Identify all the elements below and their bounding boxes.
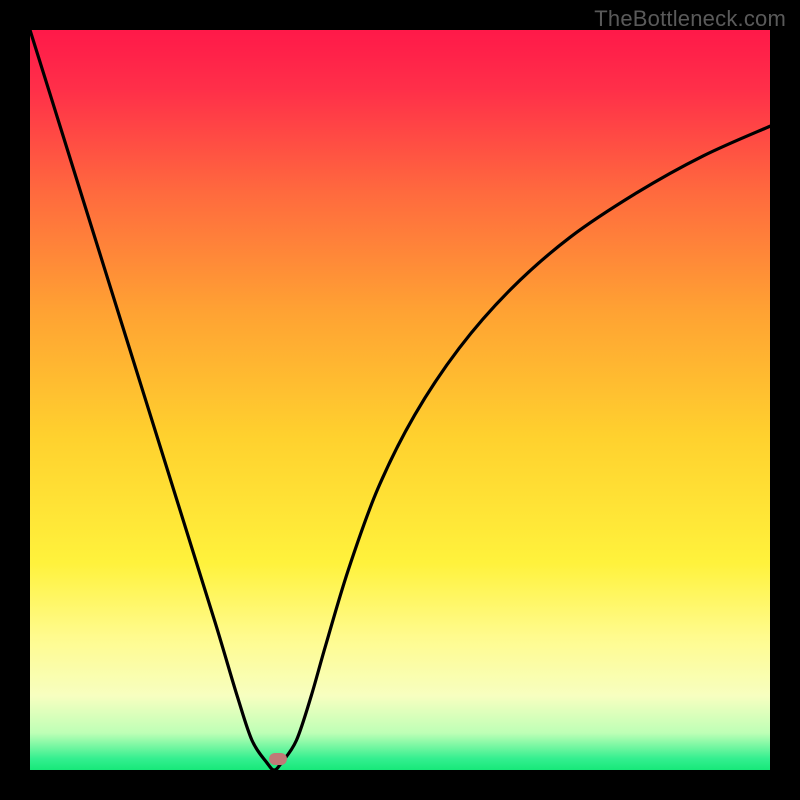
optimal-point-marker [269, 753, 287, 765]
plot-area [30, 30, 770, 770]
bottleneck-curve [30, 30, 770, 770]
chart-frame: TheBottleneck.com [0, 0, 800, 800]
watermark-text: TheBottleneck.com [594, 6, 786, 32]
